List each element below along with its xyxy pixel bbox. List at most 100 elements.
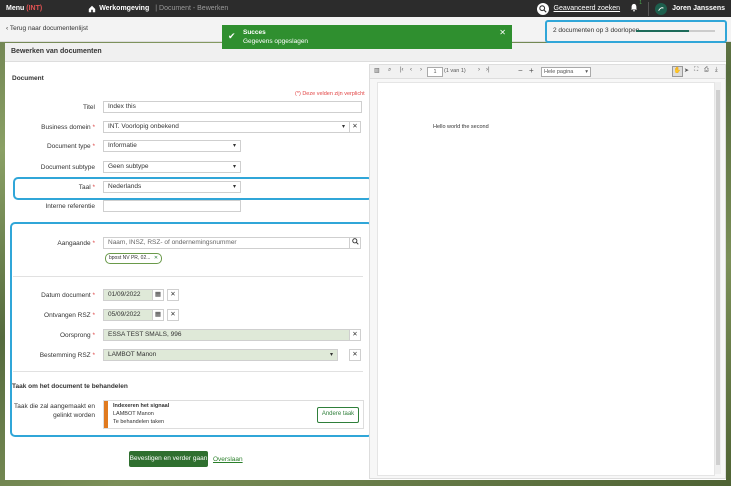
zoom-select[interactable]: Hele pagina ▾ [541, 67, 591, 77]
home-icon [88, 5, 96, 12]
label-datum-document: Datum document * [41, 292, 95, 299]
pdf-page: Hello world the second [377, 82, 715, 476]
scrollbar-thumb[interactable] [716, 90, 720, 465]
pdf-text: Hello world the second [433, 124, 489, 130]
label-document-type: Document type * [46, 143, 95, 150]
toast-title: Succes [243, 29, 266, 36]
download-icon[interactable]: ⤓ [715, 67, 718, 74]
viewer-scrollbar[interactable] [715, 82, 721, 474]
remove-chip-icon[interactable]: ✕ [154, 255, 158, 261]
progress-fill [636, 30, 689, 32]
home-link[interactable]: Werkomgeving [88, 5, 149, 13]
label-task-line-1: Taak die zal aangemaakt en [14, 403, 95, 410]
bestemming-rsz-select[interactable]: LAMBOT Manon [103, 349, 338, 361]
clear-icon[interactable]: ✕ [167, 309, 179, 321]
label-interne-referentie: Interne referentie [45, 203, 95, 210]
oorsprong-input[interactable]: ESSA TEST SMALS, 996 [103, 329, 350, 341]
fullscreen-icon[interactable]: ⛶ [694, 67, 698, 74]
document-viewer: ▥ ⌕ |‹ ‹ › 1 (1 van 1) › ›| − + Hele pag… [369, 64, 726, 479]
last-page-icon[interactable]: ›| [486, 67, 490, 73]
edit-document-card: Bewerken van documenten Document (*) Dez… [5, 43, 726, 480]
label-titel: Titel [82, 104, 95, 111]
task-assignee: LAMBOT Manon [113, 411, 154, 417]
divider [13, 371, 363, 372]
business-domein-select[interactable]: INT. Voorlopig onbekend [103, 121, 350, 133]
confirm-continue-button[interactable]: Bevestigen en verder gaan [129, 451, 208, 467]
hand-tool-icon[interactable]: ✋ [672, 66, 683, 77]
task-card: Indexeren het signaal LAMBOT Manon Te be… [103, 400, 364, 429]
zoom-in-icon[interactable]: + [529, 66, 534, 75]
viewer-toolbar: ▥ ⌕ |‹ ‹ › 1 (1 van 1) › ›| − + Hele pag… [370, 65, 725, 79]
task-status-bar [104, 401, 108, 428]
user-name[interactable]: Joren Janssens [672, 5, 725, 12]
home-label: Werkomgeving [99, 5, 150, 12]
document-subtype-select[interactable]: Geen subtype [103, 161, 241, 173]
advanced-search-link[interactable]: Geavanceerd zoeken [554, 5, 621, 12]
ontvangen-rsz-input[interactable]: 05/09/2022 [103, 309, 153, 321]
task-title: Indexeren het signaal [113, 403, 170, 409]
page-count: (1 van 1) [444, 68, 466, 74]
task-section-title: Taak om het document te behandelen [12, 383, 128, 390]
label-ontvangen-rsz: Ontvangen RSZ * [44, 312, 95, 319]
clear-icon[interactable]: ✕ [349, 349, 361, 361]
chip-label: bpost NV PR, 02... [109, 255, 151, 261]
page-title: Bewerken van documenten [11, 48, 102, 55]
interne-referentie-input[interactable] [103, 200, 241, 212]
label-taal: Taal * [78, 184, 95, 191]
notification-count: 1 [639, 0, 643, 6]
prev-page-icon[interactable]: ‹ [410, 67, 412, 73]
calendar-icon[interactable]: ▦ [152, 289, 164, 301]
clear-icon[interactable]: ✕ [349, 121, 361, 133]
zoom-out-icon[interactable]: − [518, 66, 523, 75]
checkmark-icon: ✔ [228, 31, 236, 41]
menu-label: Menu [6, 5, 25, 12]
progress-track [636, 30, 715, 32]
search-icon[interactable] [536, 2, 549, 15]
print-icon[interactable]: ⎙ [704, 67, 709, 74]
pointer-icon[interactable]: ➤ [684, 67, 689, 74]
label-document-subtype: Document subtype [40, 164, 95, 171]
aangaande-search-input[interactable]: Naam, INSZ, RSZ- of ondernemingsnummer [103, 237, 350, 249]
section-document-title: Document [12, 75, 44, 82]
divider [648, 1, 650, 16]
back-link-label: Terug naar documentenlijst [9, 25, 88, 32]
progress-text: 2 documenten op 3 doorlopen [553, 27, 640, 34]
label-task-line-2: gelinkt worden [53, 412, 95, 419]
divider [13, 276, 363, 277]
breadcrumb: | Document - Bewerken [155, 5, 229, 12]
task-status: Te behandelen taken [113, 419, 165, 425]
skip-link[interactable]: Overslaan [213, 456, 243, 463]
datum-document-input[interactable]: 01/09/2022 [103, 289, 153, 301]
top-nav-bar: Menu (INT) Werkomgeving | Document - Bew… [0, 0, 731, 17]
close-icon[interactable]: ✕ [499, 28, 506, 37]
menu-button[interactable]: Menu (INT) [0, 5, 48, 12]
label-business-domein: Business domein * [41, 124, 95, 131]
toast-message: Gegevens opgeslagen [243, 38, 309, 45]
label-bestemming-rsz: Bestemming RSZ * [39, 352, 95, 359]
label-aangaande: Aangaande * [57, 240, 95, 247]
page-number-input[interactable]: 1 [427, 67, 443, 77]
other-task-button[interactable]: Andere taak [317, 407, 359, 423]
next-page-icon[interactable]: › [478, 67, 480, 73]
avatar[interactable] [655, 2, 668, 15]
search-icon[interactable]: ⌕ [388, 67, 391, 74]
chevron-left-icon: ‹ [6, 25, 9, 32]
document-type-select[interactable]: Informatie [103, 140, 241, 152]
search-icon[interactable] [349, 237, 361, 249]
sidebar-toggle-icon[interactable]: ▥ [374, 67, 380, 74]
aangaande-chip[interactable]: bpost NV PR, 02... ✕ [105, 253, 163, 264]
clear-icon[interactable]: ✕ [349, 329, 361, 341]
taal-select[interactable]: Nederlands [103, 181, 241, 193]
first-page-icon[interactable]: |‹ [400, 67, 404, 73]
titel-input[interactable]: Index this [103, 101, 362, 113]
label-oorsprong: Oorsprong * [59, 332, 95, 339]
clear-icon[interactable]: ✕ [167, 289, 179, 301]
document-progress: 2 documenten op 3 doorlopen [545, 20, 727, 43]
next-page-icon[interactable]: › [420, 67, 422, 73]
bell-icon[interactable]: 1 [630, 0, 642, 14]
success-toast: ✔ Succes Gegevens opgeslagen ✕ [222, 25, 512, 49]
back-to-list-link[interactable]: ‹ Terug naar documentenlijst [6, 25, 88, 32]
calendar-icon[interactable]: ▦ [152, 309, 164, 321]
required-note: (*) Deze velden zijn verplicht [295, 91, 365, 97]
environment-label: (INT) [26, 5, 43, 12]
